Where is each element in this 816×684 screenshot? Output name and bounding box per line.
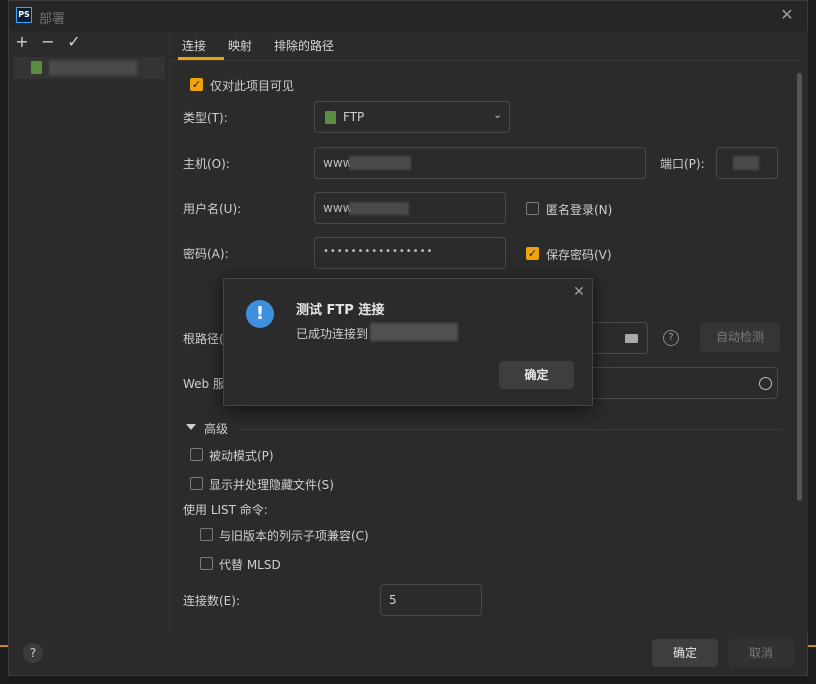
legacy-compat-label: 与旧版本的列示子项兼容(C) (219, 529, 369, 543)
connections-label: 连接数(E): (183, 594, 240, 608)
password-input-value: •••••••••••••••• (323, 246, 434, 257)
scrollbar-thumb[interactable] (797, 73, 802, 501)
info-icon: ! (246, 300, 274, 328)
remove-server-button[interactable]: − (39, 33, 57, 51)
window-title: 部署 (39, 12, 66, 27)
root-path-label: 根路径( (183, 332, 224, 346)
passive-mode-label: 被动模式(P) (209, 449, 274, 463)
chevron-down-icon: ⌄ (493, 108, 503, 121)
dialog-ok-button[interactable]: 确定 (499, 361, 574, 389)
save-password-label: 保存密码(V) (546, 248, 612, 262)
collapse-triangle-icon[interactable] (186, 424, 196, 430)
tab-connection[interactable]: 连接 (182, 37, 206, 54)
ftp-icon (31, 61, 42, 74)
background-left-strip (0, 0, 8, 684)
set-default-button[interactable]: ✓ (65, 33, 83, 51)
tab-divider (170, 60, 800, 61)
server-list-pane: + − ✓ (9, 31, 169, 631)
host-label: 主机(O): (183, 157, 230, 171)
user-input[interactable]: www (314, 192, 506, 224)
dialog-host-redacted (370, 323, 458, 341)
password-input[interactable]: •••••••••••••••• (314, 237, 506, 269)
visible-only-label: 仅对此项目可见 (210, 79, 295, 93)
help-circle-icon[interactable]: ? (663, 330, 679, 346)
web-url-label: Web 服 (183, 377, 225, 391)
advanced-section-title[interactable]: 高级 (204, 420, 228, 437)
visible-only-checkbox[interactable]: ✓ (190, 78, 203, 91)
port-redacted (733, 156, 759, 170)
ok-button[interactable]: 确定 (652, 639, 718, 667)
folder-icon[interactable] (625, 334, 638, 343)
tab-mappings[interactable]: 映射 (228, 37, 252, 54)
close-icon[interactable]: ✕ (777, 5, 797, 25)
mlsd-label: 代替 MLSD (219, 558, 281, 572)
passive-mode-checkbox[interactable] (190, 448, 203, 461)
connections-input[interactable]: 5 (380, 584, 482, 616)
dialog-title: 测试 FTP 连接 (296, 303, 385, 318)
mlsd-checkbox[interactable] (200, 557, 213, 570)
footer-bar: ? 确定 取消 (9, 631, 807, 675)
web-url-input[interactable] (590, 367, 778, 399)
anonymous-login-checkbox[interactable] (526, 202, 539, 215)
add-server-button[interactable]: + (13, 33, 31, 51)
type-select[interactable]: FTP ⌄ (314, 101, 510, 133)
dialog-close-icon[interactable]: ✕ (570, 283, 588, 301)
background-accent-line (0, 645, 8, 647)
port-input[interactable] (716, 147, 778, 179)
title-bar: PS 部署 ✕ (9, 1, 807, 31)
save-password-checkbox[interactable]: ✓ (526, 247, 539, 260)
port-label: 端口(P): (660, 157, 705, 171)
cancel-button[interactable]: 取消 (728, 639, 794, 667)
phpstorm-logo-icon: PS (16, 7, 32, 23)
ftp-icon (325, 111, 336, 124)
host-input[interactable]: www (314, 147, 646, 179)
background-right-strip (808, 0, 816, 684)
list-command-label: 使用 LIST 命令: (183, 503, 268, 517)
connections-value: 5 (389, 593, 397, 607)
user-label: 用户名(U): (183, 202, 242, 216)
legacy-compat-checkbox[interactable] (200, 528, 213, 541)
server-name-redacted (49, 61, 137, 75)
hidden-files-label: 显示并处理隐藏文件(S) (209, 478, 334, 492)
root-path-input[interactable] (590, 322, 648, 354)
type-select-value: FTP (343, 110, 365, 124)
password-label: 密码(A): (183, 247, 229, 261)
tab-excluded-paths[interactable]: 排除的路径 (274, 37, 334, 54)
server-list-item[interactable] (13, 57, 165, 79)
user-redacted (349, 202, 409, 215)
background-accent-line (808, 645, 816, 647)
type-label: 类型(T): (183, 111, 228, 125)
help-button[interactable]: ? (23, 643, 43, 663)
anonymous-login-label: 匿名登录(N) (546, 203, 613, 217)
hidden-files-checkbox[interactable] (190, 477, 203, 490)
advanced-divider (240, 429, 782, 430)
globe-icon[interactable] (759, 377, 772, 390)
dialog-message: 已成功连接到 (296, 327, 369, 341)
autodetect-button[interactable]: 自动检测 (700, 322, 780, 352)
test-connection-dialog: ! 测试 FTP 连接 已成功连接到 ✕ 确定 (223, 278, 593, 406)
host-redacted (349, 156, 411, 170)
